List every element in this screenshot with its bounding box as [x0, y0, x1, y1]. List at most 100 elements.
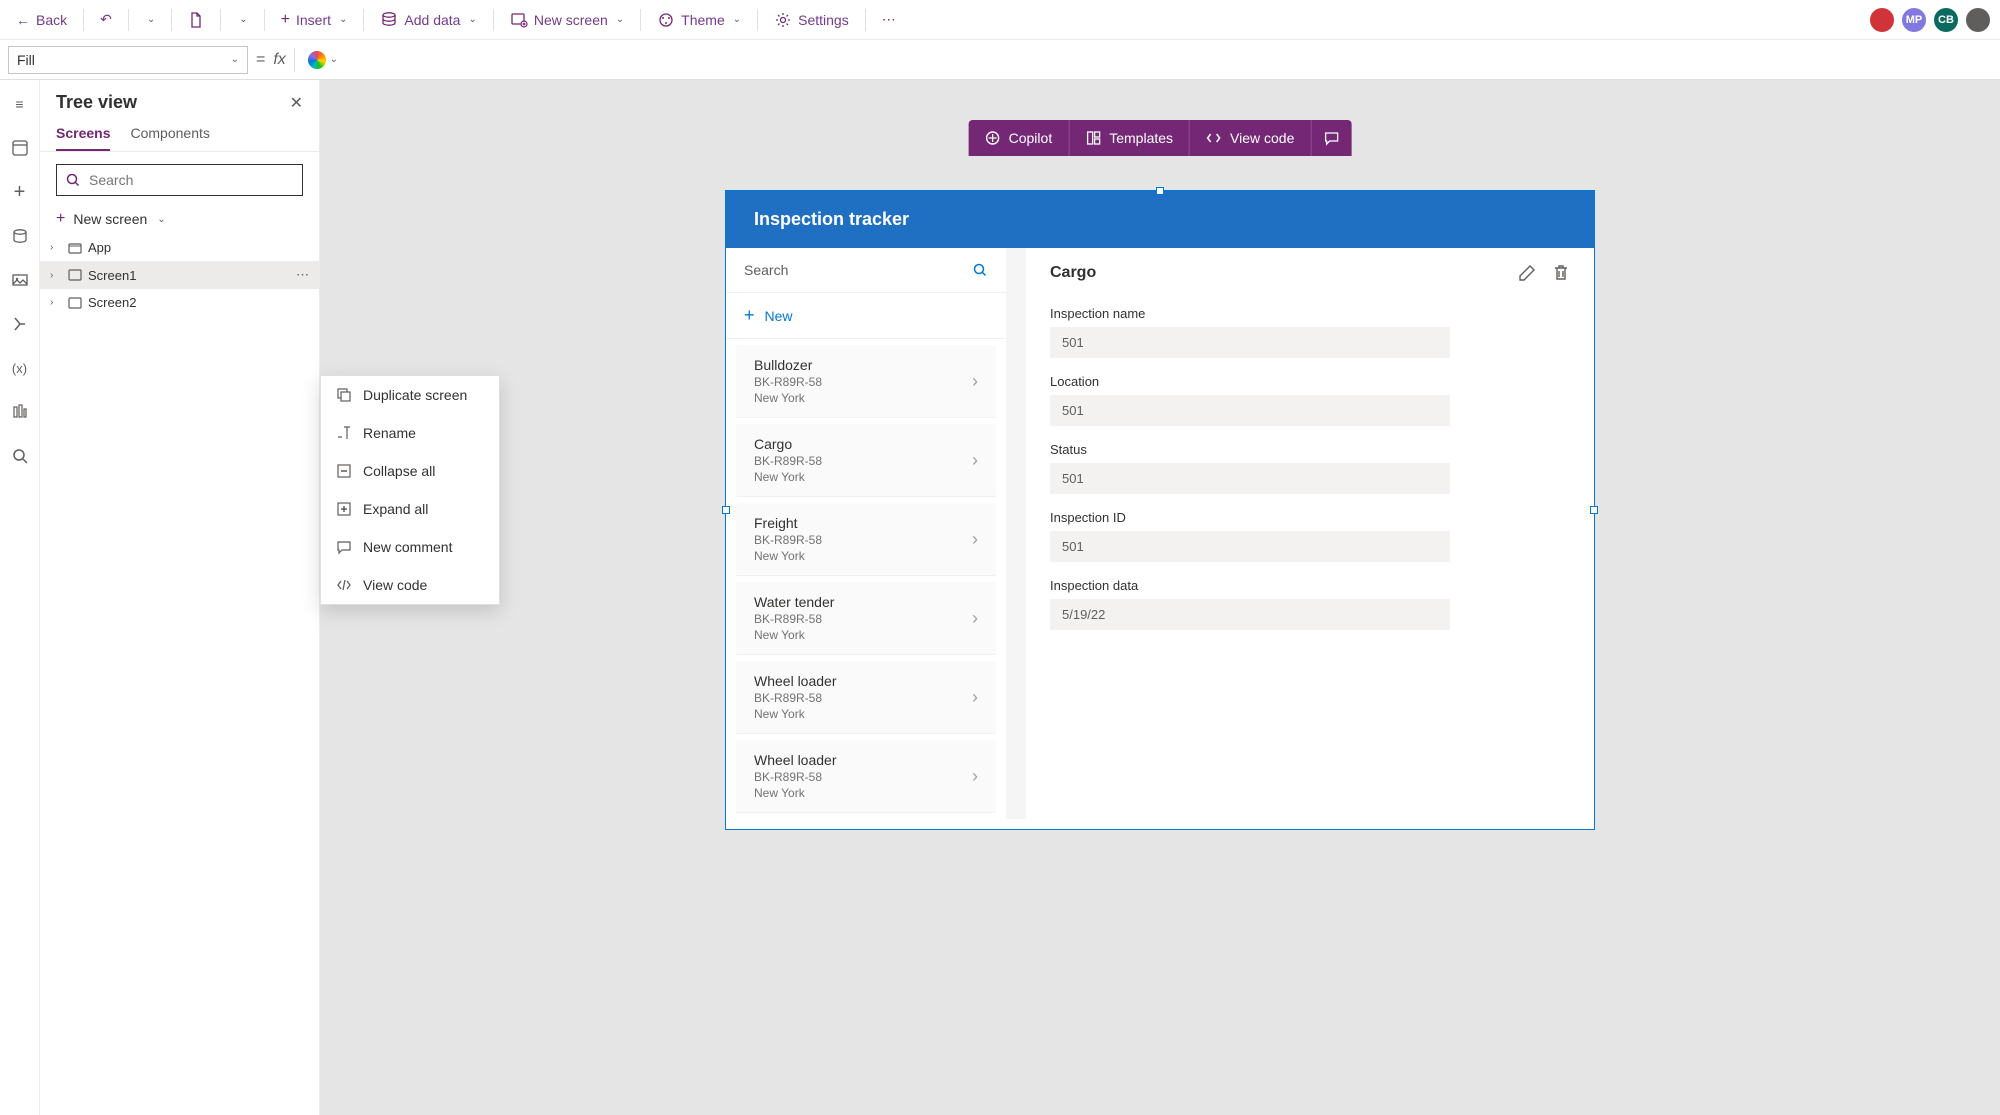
- field-label: Inspection data: [1050, 578, 1570, 593]
- color-picker-button[interactable]: ⌄: [303, 46, 343, 74]
- tree-item-label: Screen1: [88, 268, 136, 283]
- selection-handle[interactable]: [722, 506, 730, 514]
- chevron-down-icon: ⌄: [147, 14, 155, 25]
- detail-field: Status 501: [1050, 442, 1570, 494]
- list-item-text: Cargo BK-R89R-58 New York: [754, 436, 822, 484]
- copilot-icon: [985, 130, 1001, 146]
- canvas-area[interactable]: Copilot Templates View code Inspection t…: [320, 80, 2000, 1115]
- tree-search-input[interactable]: [89, 172, 294, 188]
- insert-button[interactable]: + Insert ⌄: [273, 7, 356, 33]
- more-button[interactable]: ⋯: [874, 7, 904, 32]
- tree-header: Tree view ✕: [40, 80, 319, 117]
- media-rail-icon[interactable]: [4, 264, 36, 296]
- list-item-loc: New York: [754, 628, 834, 642]
- tree-item-screen1[interactable]: › Screen1 ⋯: [40, 261, 319, 289]
- chevron-right-icon: ›: [50, 270, 62, 281]
- delete-icon[interactable]: [1552, 264, 1570, 282]
- ctx-comment[interactable]: New comment: [321, 528, 499, 566]
- close-icon[interactable]: ✕: [290, 93, 303, 113]
- property-select[interactable]: Fill ⌄: [8, 46, 248, 74]
- theme-button[interactable]: Theme ⌄: [649, 7, 749, 33]
- data-rail-icon[interactable]: [4, 220, 36, 252]
- expand-icon: [335, 500, 353, 518]
- undo-button[interactable]: ↶: [92, 7, 120, 32]
- list-item[interactable]: Freight BK-R89R-58 New York ›: [736, 503, 996, 576]
- app-new-button[interactable]: + New: [726, 293, 1006, 339]
- list-item[interactable]: Wheel loader BK-R89R-58 New York ›: [736, 661, 996, 734]
- list-item[interactable]: Bulldozer BK-R89R-58 New York ›: [736, 345, 996, 418]
- new-screen-button[interactable]: New screen ⌄: [502, 7, 632, 33]
- undo-dropdown[interactable]: ⌄: [137, 10, 163, 29]
- ctx-collapse[interactable]: Collapse all: [321, 452, 499, 490]
- list-item-text: Water tender BK-R89R-58 New York: [754, 594, 834, 642]
- insert-rail-icon[interactable]: +: [4, 176, 36, 208]
- ctx-label: Collapse all: [363, 463, 435, 479]
- field-value[interactable]: 501: [1050, 463, 1450, 494]
- app-icon: [68, 241, 82, 255]
- app-frame[interactable]: Inspection tracker Search + New Bulldoze…: [725, 190, 1595, 830]
- more-icon[interactable]: ⋯: [296, 267, 309, 283]
- back-button[interactable]: ← Back: [8, 8, 75, 32]
- app-left-pane: Search + New Bulldozer BK-R89R-58 New Yo…: [726, 248, 1006, 819]
- avatar[interactable]: CB: [1932, 6, 1960, 34]
- ctx-label: View code: [363, 577, 427, 593]
- app-search[interactable]: Search: [726, 248, 1006, 293]
- data-icon: [380, 11, 398, 29]
- list-item[interactable]: Cargo BK-R89R-58 New York ›: [736, 424, 996, 497]
- hamburger-icon[interactable]: ≡: [4, 88, 36, 120]
- field-value[interactable]: 501: [1050, 531, 1450, 562]
- ctx-duplicate[interactable]: Duplicate screen: [321, 376, 499, 414]
- toolbar-chat[interactable]: [1311, 120, 1351, 156]
- chevron-down-icon: ⌄: [733, 14, 741, 25]
- tree-item-app[interactable]: › App: [40, 234, 319, 261]
- tree-item-screen2[interactable]: › Screen2: [40, 289, 319, 316]
- ctx-rename[interactable]: Rename: [321, 414, 499, 452]
- tree-search[interactable]: [56, 164, 303, 196]
- list-item[interactable]: Water tender BK-R89R-58 New York ›: [736, 582, 996, 655]
- toolbar-copilot[interactable]: Copilot: [969, 120, 1070, 156]
- new-screen-label: New screen: [73, 211, 147, 227]
- field-value[interactable]: 501: [1050, 395, 1450, 426]
- chevron-right-icon: ›: [972, 608, 978, 629]
- ctx-label: Rename: [363, 425, 416, 441]
- avatar[interactable]: [1868, 6, 1896, 34]
- field-value[interactable]: 5/19/22: [1050, 599, 1450, 630]
- settings-button[interactable]: Settings: [766, 7, 857, 33]
- variables-rail-icon[interactable]: (x): [4, 352, 36, 384]
- field-value[interactable]: 501: [1050, 327, 1450, 358]
- tests-rail-icon[interactable]: [4, 396, 36, 428]
- chevron-right-icon: ›: [50, 297, 62, 308]
- toolbar-templates[interactable]: Templates: [1069, 120, 1190, 156]
- toolbar-view-code[interactable]: View code: [1190, 120, 1311, 156]
- ctx-expand[interactable]: Expand all: [321, 490, 499, 528]
- list-item-text: Wheel loader BK-R89R-58 New York: [754, 752, 837, 800]
- selection-handle[interactable]: [1156, 187, 1164, 195]
- separator: [83, 9, 84, 31]
- file-button[interactable]: [180, 8, 212, 32]
- edit-icon[interactable]: [1518, 264, 1536, 282]
- chevron-down-icon: ⌄: [239, 14, 247, 25]
- add-data-button[interactable]: Add data ⌄: [372, 7, 484, 33]
- avatar[interactable]: MP: [1900, 6, 1928, 34]
- file-dropdown[interactable]: ⌄: [229, 10, 255, 29]
- search-rail-icon[interactable]: [4, 440, 36, 472]
- plus-icon: +: [56, 210, 65, 228]
- list-item-loc: New York: [754, 707, 837, 721]
- app-header: Inspection tracker: [726, 191, 1594, 248]
- list-item-title: Cargo: [754, 436, 822, 452]
- tree-view-icon[interactable]: [4, 132, 36, 164]
- tab-components[interactable]: Components: [130, 125, 209, 151]
- powerfx-rail-icon[interactable]: [4, 308, 36, 340]
- list-item-code: BK-R89R-58: [754, 612, 834, 626]
- ctx-view-code[interactable]: View code: [321, 566, 499, 604]
- tab-screens[interactable]: Screens: [56, 125, 110, 151]
- list-item[interactable]: Wheel loader BK-R89R-58 New York ›: [736, 740, 996, 813]
- selection-handle[interactable]: [1590, 506, 1598, 514]
- avatar-group: MP CB: [1868, 6, 1992, 34]
- screen-icon: [68, 268, 82, 282]
- avatar[interactable]: [1964, 6, 1992, 34]
- formula-bar: Fill ⌄ = fx ⌄: [0, 40, 2000, 80]
- field-label: Location: [1050, 374, 1570, 389]
- tree-new-screen[interactable]: + New screen ⌄: [40, 204, 319, 234]
- separator: [220, 9, 221, 31]
